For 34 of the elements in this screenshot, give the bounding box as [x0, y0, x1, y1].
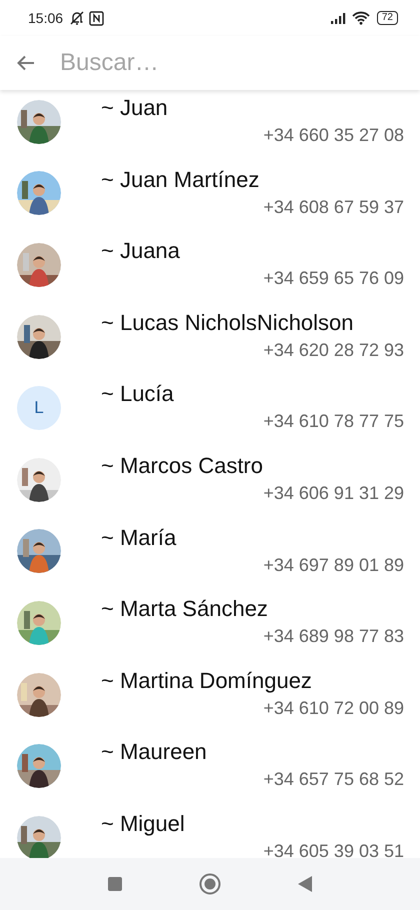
back-button-icon[interactable] [297, 875, 313, 893]
phone-number: +34 610 72 00 89 [263, 696, 404, 719]
phone-number: +34 610 78 77 75 [263, 410, 404, 432]
phone-number: +34 697 89 01 89 [263, 554, 404, 576]
phone-number: +34 657 75 68 52 [263, 768, 404, 790]
bell-off-icon [69, 10, 86, 26]
contact-name[interactable]: ~ Marcos Castro [101, 452, 404, 478]
contact-name[interactable]: ~ Miguel [101, 810, 404, 836]
phone-number: +34 606 91 31 29 [263, 482, 404, 504]
search-field[interactable]: Buscar… [60, 49, 404, 77]
contact-name[interactable]: ~ Lucía [101, 381, 404, 406]
phone-number: +34 605 39 03 51 [263, 840, 404, 858]
contact-name[interactable]: ~ Maureen [101, 739, 404, 764]
home-button-icon[interactable] [199, 873, 221, 895]
contact-name[interactable]: ~ Juan Martínez [101, 166, 404, 192]
phone-number: +34 660 35 27 08 [263, 124, 404, 146]
back-arrow-icon[interactable] [16, 53, 36, 73]
recents-button-icon[interactable] [107, 876, 123, 892]
contact-initial: L [17, 386, 61, 430]
battery-indicator: 72 [376, 11, 398, 25]
phone-number: +34 689 98 77 83 [263, 625, 404, 648]
contact-name[interactable]: ~ Juana [101, 238, 404, 264]
nfc-icon [89, 10, 104, 26]
phone-number: +34 620 28 72 93 [263, 338, 404, 361]
contact-name[interactable]: ~ Lucas NicholsNicholson [101, 310, 404, 335]
signal-icon [330, 12, 348, 24]
phone-number: +34 659 65 76 09 [263, 267, 404, 290]
status-time: 15:06 [28, 10, 64, 26]
phone-number: +34 608 67 59 37 [263, 196, 404, 218]
contact-name[interactable]: ~ Marta Sánchez [101, 596, 404, 622]
contact-name[interactable]: ~ Martina Domínguez [101, 668, 404, 693]
contact-name[interactable]: ~ Juan [101, 95, 404, 120]
contact-name[interactable]: ~ María [101, 524, 404, 550]
wifi-icon [352, 11, 370, 25]
